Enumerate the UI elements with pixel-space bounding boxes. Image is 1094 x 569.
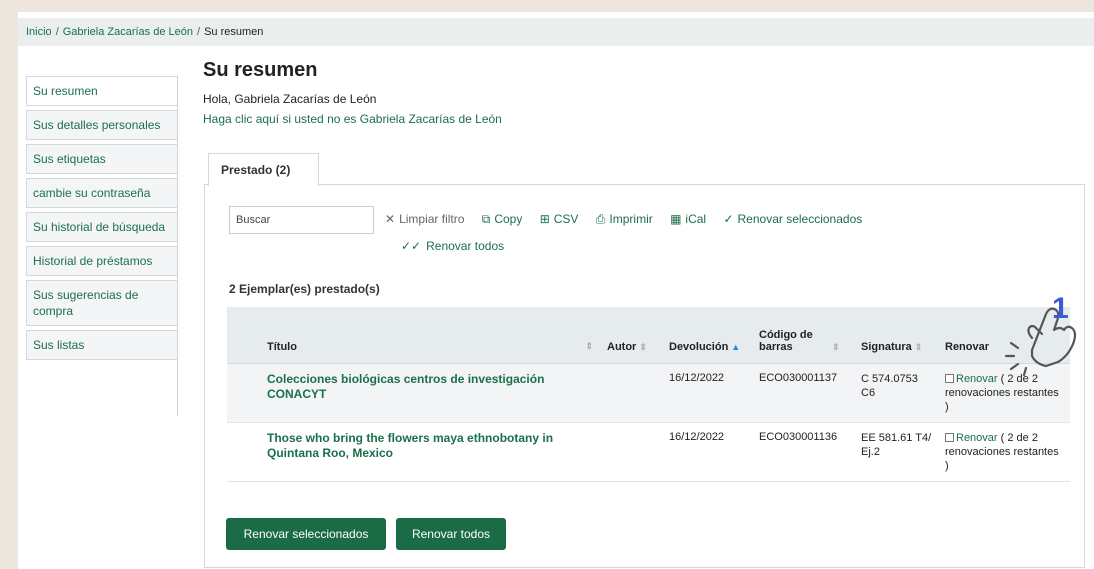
sidebar-item-tags[interactable]: Sus etiquetas	[26, 144, 177, 174]
renew-all-button[interactable]: Renovar todos	[396, 518, 506, 550]
sidebar-item-search-history[interactable]: Su historial de búsqueda	[26, 212, 177, 242]
column-header-barcode[interactable]: Código de barras ⇕	[753, 307, 855, 364]
column-header-author[interactable]: Autor ⇕	[601, 307, 663, 364]
breadcrumb-separator: /	[197, 26, 201, 38]
column-header-callnumber[interactable]: Signatura ⇕	[855, 307, 939, 364]
table-row: Colecciones biológicas centros de invest…	[227, 363, 1070, 423]
sort-icon: ⇕	[585, 340, 593, 351]
table-cell-due: 16/12/2022	[663, 363, 753, 423]
app-frame: Inicio / Gabriela Zacarías de León / Su resu…	[18, 12, 1094, 569]
breadcrumb-home-link[interactable]: Inicio	[26, 26, 52, 38]
close-icon: ✕	[385, 212, 396, 226]
sidebar-item-loan-history[interactable]: Historial de préstamos	[26, 246, 177, 276]
copy-button[interactable]: ⧉ Copy	[482, 212, 523, 227]
table-icon: ⊞	[539, 212, 550, 226]
printer-icon: ⎙	[595, 212, 606, 226]
renew-selected-link-label: Renovar seleccionados	[737, 212, 863, 226]
sidebar-item-purchase-suggestions[interactable]: Sus sugerencias de compra	[26, 280, 177, 326]
renew-checkbox[interactable]	[945, 432, 954, 442]
breadcrumb-user-link[interactable]: Gabriela Zacarías de León	[63, 26, 193, 38]
copy-icon: ⧉	[481, 212, 491, 226]
ical-button[interactable]: ▦ iCal	[670, 212, 706, 226]
renew-all-link[interactable]: ✓✓ Renovar todos	[401, 239, 504, 253]
csv-button[interactable]: ⊞ CSV	[540, 212, 579, 226]
breadcrumb: Inicio / Gabriela Zacarías de León / Su resu…	[18, 18, 1094, 46]
pointing-hand-icon: 1	[1004, 292, 1077, 376]
table-cell-barcode: ECO030001136	[753, 422, 855, 482]
table-cell-due: 16/12/2022	[663, 422, 753, 482]
column-header-select	[227, 307, 261, 364]
renew-selected-link[interactable]: ✓ Renovar seleccionados	[723, 212, 862, 226]
page-title: Su resumen	[203, 59, 318, 81]
renew-checkbox[interactable]	[945, 373, 954, 383]
clear-filter-label: Limpiar filtro	[399, 212, 465, 226]
table-cell-title: Colecciones biológicas centros de invest…	[261, 363, 601, 423]
sidebar-nav: Su resumen Sus detalles personales Sus e…	[26, 76, 178, 416]
column-header-barcode-label: Código de barras	[759, 328, 813, 353]
sidebar-item-personal-details[interactable]: Sus detalles personales	[26, 110, 177, 140]
item-title-link[interactable]: Those who bring the flowers maya ethnobo…	[267, 431, 553, 460]
column-header-title[interactable]: Título ⇕	[261, 307, 601, 364]
column-header-author-label: Autor	[607, 340, 637, 353]
search-input[interactable]	[229, 206, 374, 234]
click-burst-icon	[1004, 341, 1028, 376]
breadcrumb-current: Su resumen	[204, 26, 264, 38]
sort-icon: ⇕	[639, 341, 647, 352]
column-header-due[interactable]: Devolución ▲	[663, 307, 753, 364]
table-cell-author	[601, 363, 663, 423]
print-button[interactable]: ⎙ Imprimir	[596, 212, 653, 227]
renew-label[interactable]: Renovar	[956, 432, 998, 444]
table-cell-author	[601, 422, 663, 482]
table-cell-callnumber: EE 581.61 T4/ Ej.2	[855, 422, 939, 482]
checkouts-panel: ✕Limpiar filtro ⧉Copy ⊞CSV ⎙Imprimir ▦iC…	[204, 184, 1085, 568]
greeting-text: Hola, Gabriela Zacarías de León	[203, 92, 377, 106]
table-toolbar: ✕ Limpiar filtro ⧉ Copy ⊞ CSV ⎙ Imprimir ▦ iC…	[385, 212, 876, 227]
sidebar-item-change-password[interactable]: cambie su contraseña	[26, 178, 177, 208]
column-header-callnumber-label: Signatura	[861, 340, 912, 353]
sort-icon: ⇕	[832, 341, 840, 352]
breadcrumb-separator: /	[55, 26, 59, 38]
table-header-row: Título ⇕ Autor ⇕ Devolución ▲ Código de bar…	[227, 307, 1070, 364]
renew-all-link-label: Renovar todos	[426, 239, 505, 253]
calendar-icon: ▦	[670, 212, 682, 226]
clear-filter-button[interactable]: ✕ Limpiar filtro	[385, 212, 464, 226]
table-cell-barcode: ECO030001137	[753, 363, 855, 423]
copy-label: Copy	[494, 212, 523, 226]
checkouts-table: Título ⇕ Autor ⇕ Devolución ▲ Código de bar…	[227, 307, 1070, 482]
column-header-title-label: Título	[267, 340, 297, 353]
csv-label: CSV	[553, 212, 579, 226]
sidebar-item-summary[interactable]: Su resumen	[26, 76, 177, 106]
table-cell-select	[227, 363, 261, 423]
sort-ascending-icon: ▲	[731, 341, 741, 352]
table-cell-select	[227, 422, 261, 482]
checkout-count: 2 Ejemplar(es) prestado(s)	[229, 282, 380, 296]
table-cell-callnumber: C 574.0753 C6	[855, 363, 939, 423]
double-check-icon: ✓✓	[401, 239, 422, 253]
sort-icon: ⇕	[914, 341, 923, 352]
check-icon: ✓	[723, 212, 734, 226]
sidebar-item-lists[interactable]: Sus listas	[26, 330, 177, 360]
item-title-link[interactable]: Colecciones biológicas centros de invest…	[267, 372, 544, 401]
table-cell-renew: Renovar ( 2 de 2 renovaciones restantes …	[939, 422, 1070, 482]
not-me-link[interactable]: Haga clic aquí si usted no es Gabriela Z…	[203, 112, 502, 126]
column-header-renew-label: Renovar	[945, 340, 990, 353]
table-row: Those who bring the flowers maya ethnobo…	[227, 422, 1070, 482]
renew-label[interactable]: Renovar	[956, 373, 998, 385]
print-label: Imprimir	[609, 212, 653, 226]
ical-label: iCal	[685, 212, 707, 226]
renew-selected-button[interactable]: Renovar seleccionados	[226, 518, 386, 550]
tab-checkouts[interactable]: Prestado (2)	[208, 153, 319, 186]
table-cell-title: Those who bring the flowers maya ethnobo…	[261, 422, 601, 482]
column-header-due-label: Devolución	[669, 340, 729, 353]
step-number-badge: 1	[1052, 292, 1069, 325]
